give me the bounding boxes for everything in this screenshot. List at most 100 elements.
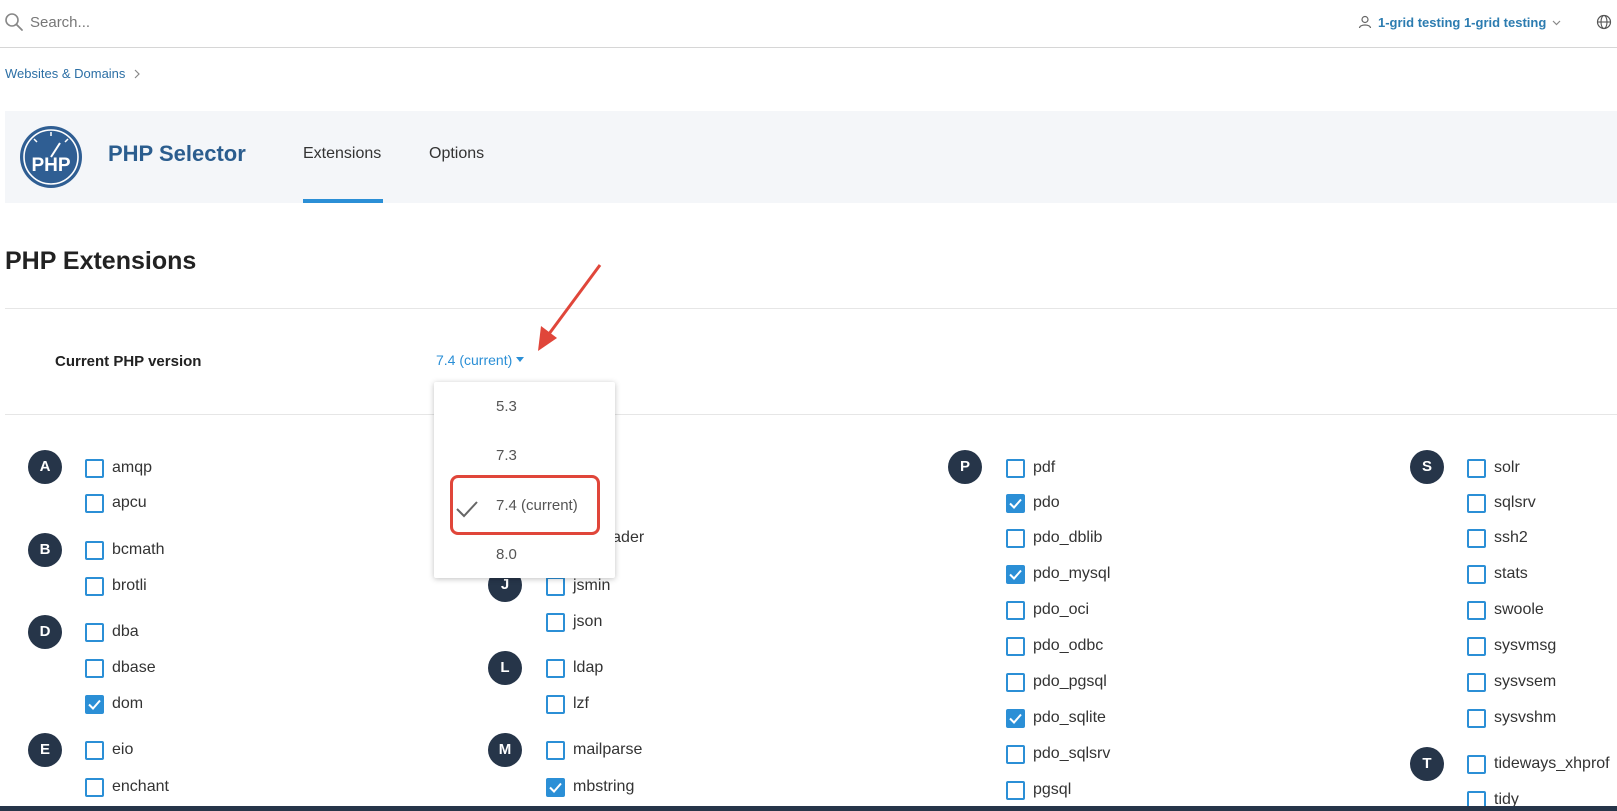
extension-name: jsmin: [573, 577, 611, 594]
checkbox[interactable]: [1467, 528, 1486, 548]
checkbox[interactable]: [85, 458, 104, 478]
tab-options[interactable]: Options: [429, 145, 484, 163]
checkbox[interactable]: [1006, 636, 1025, 656]
checkbox[interactable]: [1006, 780, 1025, 800]
extension-name: solr: [1494, 459, 1520, 476]
extension-name: sqlsrv: [1494, 494, 1536, 511]
checkbox[interactable]: [546, 777, 565, 797]
section-title: PHP Extensions: [5, 247, 197, 275]
checkbox[interactable]: [1006, 708, 1025, 728]
extension-checkbox[interactable]: ldap: [546, 657, 603, 679]
tab-extensions[interactable]: Extensions: [303, 145, 381, 163]
extension-checkbox[interactable]: mbstring: [546, 776, 634, 798]
extension-name: bcmath: [112, 541, 165, 558]
checkbox[interactable]: [1006, 672, 1025, 692]
extension-checkbox[interactable]: pgsql: [1006, 779, 1071, 801]
extension-checkbox[interactable]: lzf: [546, 693, 589, 715]
extension-checkbox[interactable]: mailparse: [546, 739, 642, 761]
checkbox[interactable]: [1006, 600, 1025, 620]
bottom-bar: [0, 806, 1617, 811]
extension-checkbox[interactable]: pdo_sqlite: [1006, 707, 1106, 729]
extension-checkbox[interactable]: json: [546, 611, 602, 633]
extension-checkbox[interactable]: enchant: [85, 776, 169, 798]
caret-down-icon: [516, 357, 525, 362]
extension-checkbox[interactable]: pdo_oci: [1006, 599, 1089, 621]
extension-checkbox[interactable]: pdo_mysql: [1006, 563, 1110, 585]
checkbox[interactable]: [1467, 672, 1486, 692]
php-version-select[interactable]: 7.4 (current): [436, 352, 525, 368]
search-input[interactable]: [30, 10, 430, 34]
extension-name: pdo_dblib: [1033, 529, 1103, 546]
globe-icon[interactable]: [1596, 14, 1612, 30]
checkbox[interactable]: [1467, 600, 1486, 620]
breadcrumb-websites-domains[interactable]: Websites & Domains: [5, 66, 125, 81]
checkbox[interactable]: [85, 622, 104, 642]
extension-checkbox[interactable]: jsmin: [546, 575, 610, 597]
checkbox[interactable]: [1467, 708, 1486, 728]
extension-checkbox[interactable]: bcmath: [85, 539, 164, 561]
extension-checkbox[interactable]: swoole: [1467, 599, 1544, 621]
extension-checkbox[interactable]: pdo_pgsql: [1006, 671, 1107, 693]
checkbox[interactable]: [546, 612, 565, 632]
checkbox[interactable]: [1006, 564, 1025, 584]
checkbox[interactable]: [1467, 636, 1486, 656]
extension-checkbox[interactable]: amqp: [85, 457, 152, 479]
extension-checkbox[interactable]: tideways_xhprof: [1467, 753, 1610, 775]
checkbox[interactable]: [85, 493, 104, 513]
extension-checkbox[interactable]: dbase: [85, 657, 156, 679]
letter-badge-t: T: [1410, 747, 1444, 781]
checkbox[interactable]: [1467, 493, 1486, 513]
divider: [5, 414, 1617, 415]
dropdown-option-7-3[interactable]: 7.3: [434, 436, 615, 476]
chevron-right-icon: [134, 69, 141, 78]
checkbox[interactable]: [85, 540, 104, 560]
checkbox[interactable]: [546, 658, 565, 678]
extension-checkbox[interactable]: pdo_sqlsrv: [1006, 743, 1110, 765]
extension-name: dom: [112, 695, 144, 712]
extension-checkbox[interactable]: eio: [85, 739, 133, 761]
extension-checkbox[interactable]: solr: [1467, 457, 1520, 479]
user-menu[interactable]: 1-grid testing 1-grid testing: [1358, 12, 1561, 32]
checkbox[interactable]: [546, 694, 565, 714]
extension-name: mbstring: [573, 778, 635, 795]
checkbox[interactable]: [85, 576, 104, 596]
checkbox[interactable]: [85, 777, 104, 797]
annotation-arrow: [538, 264, 602, 351]
checkbox[interactable]: [85, 694, 104, 714]
svg-text:PHP: PHP: [31, 155, 70, 176]
checkbox[interactable]: [1006, 528, 1025, 548]
checkbox[interactable]: [546, 576, 565, 596]
extension-checkbox[interactable]: sqlsrv: [1467, 492, 1536, 514]
checkbox[interactable]: [1467, 458, 1486, 478]
extension-checkbox[interactable]: pdf: [1006, 457, 1055, 479]
checkbox[interactable]: [1467, 564, 1486, 584]
checkbox[interactable]: [546, 740, 565, 760]
checkbox[interactable]: [1006, 458, 1025, 478]
extension-checkbox[interactable]: stats: [1467, 563, 1528, 585]
checkbox[interactable]: [1006, 744, 1025, 764]
extension-checkbox[interactable]: pdo: [1006, 492, 1060, 514]
checkbox[interactable]: [85, 658, 104, 678]
extension-checkbox[interactable]: sysvsem: [1467, 671, 1556, 693]
top-bar: 1-grid testing 1-grid testing: [0, 0, 1617, 48]
dropdown-option-5-3[interactable]: 5.3: [434, 387, 615, 427]
extension-name: pdf: [1033, 459, 1056, 476]
extension-checkbox[interactable]: dom: [85, 693, 143, 715]
checkbox[interactable]: [1006, 493, 1025, 513]
checkbox[interactable]: [85, 740, 104, 760]
extension-checkbox[interactable]: pdo_dblib: [1006, 527, 1102, 549]
extension-checkbox[interactable]: apcu: [85, 492, 147, 514]
checkbox[interactable]: [1467, 754, 1486, 774]
checkmark-icon: [1009, 713, 1022, 724]
extension-checkbox[interactable]: sysvshm: [1467, 707, 1556, 729]
extension-checkbox[interactable]: pdo_odbc: [1006, 635, 1103, 657]
extension-checkbox[interactable]: sysvmsg: [1467, 635, 1556, 657]
extension-checkbox[interactable]: ssh2: [1467, 527, 1528, 549]
extension-checkbox[interactable]: brotli: [85, 575, 147, 597]
annotation-highlight-box: [450, 475, 600, 535]
extension-name: pdo_pgsql: [1033, 673, 1107, 690]
extension-checkbox[interactable]: dba: [85, 621, 139, 643]
dropdown-option-8-0[interactable]: 8.0: [434, 535, 615, 575]
extension-name: pdo_sqlite: [1033, 709, 1106, 726]
letter-badge-p: P: [948, 450, 982, 484]
